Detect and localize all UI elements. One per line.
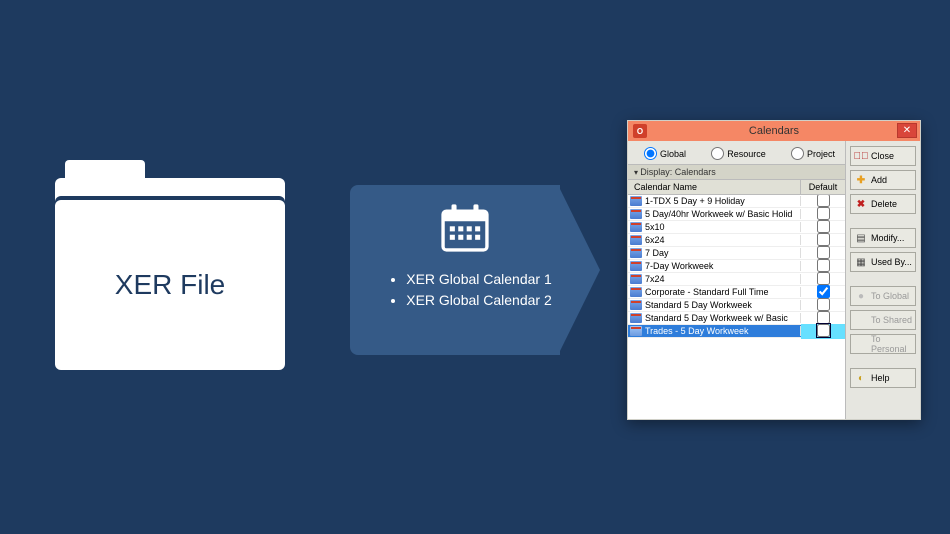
title-bar: O Calendars ✕ <box>628 121 920 141</box>
radio-label: Global <box>660 149 686 159</box>
default-checkbox[interactable] <box>817 259 830 272</box>
left-pane: Global Resource Project Display: Calenda… <box>628 141 846 419</box>
default-checkbox[interactable] <box>817 272 830 285</box>
display-toggle[interactable]: Display: Calendars <box>628 164 845 180</box>
button-label: Add <box>871 175 887 185</box>
default-checkbox[interactable] <box>817 195 830 207</box>
table-header: Calendar Name Default <box>628 180 845 195</box>
list-item: XER Global Calendar 1 <box>406 269 552 290</box>
row-name: Standard 5 Day Workweek w/ Basic <box>645 313 801 323</box>
default-checkbox[interactable] <box>817 220 830 233</box>
blank-icon <box>855 338 867 350</box>
dialog-body: Global Resource Project Display: Calenda… <box>628 141 920 419</box>
delete-icon: ✖ <box>855 198 867 210</box>
dialog-title: Calendars <box>628 125 920 137</box>
close-icon: �⃞ <box>855 150 867 162</box>
button-label: To Personal <box>871 334 915 354</box>
radio-input[interactable] <box>644 147 657 160</box>
row-default-cell[interactable] <box>801 324 845 339</box>
modify-icon: ▤ <box>855 232 867 244</box>
calendar-row-icon <box>630 287 642 297</box>
calendars-dialog: O Calendars ✕ Global Resource Project Di… <box>627 120 921 420</box>
default-checkbox[interactable] <box>817 246 830 259</box>
calendar-row-icon <box>630 326 642 336</box>
table-row[interactable]: Trades - 5 Day Workweek <box>628 325 845 338</box>
calendar-row-icon <box>630 222 642 232</box>
calendar-row-icon <box>630 209 642 219</box>
default-checkbox[interactable] <box>817 311 830 324</box>
default-checkbox[interactable] <box>817 298 830 311</box>
calendar-row-icon <box>630 313 642 323</box>
xer-file-folder: XER File <box>55 160 285 375</box>
folder-label: XER File <box>115 269 225 301</box>
modify-button[interactable]: ▤ Modify... <box>850 228 916 248</box>
to-personal-button[interactable]: To Personal <box>850 334 916 354</box>
help-button[interactable]: ◐ Help <box>850 368 916 388</box>
to-shared-button[interactable]: To Shared <box>850 310 916 330</box>
arrow-list: XER Global Calendar 1 XER Global Calenda… <box>378 269 552 311</box>
radio-label: Project <box>807 149 835 159</box>
row-name: 7-Day Workweek <box>645 261 801 271</box>
row-name: Corporate - Standard Full Time <box>645 287 801 297</box>
import-arrow-step: XER Global Calendar 1 XER Global Calenda… <box>350 185 610 355</box>
row-name: 5 Day/40hr Workweek w/ Basic Holid <box>645 209 801 219</box>
add-button[interactable]: ✚ Add <box>850 170 916 190</box>
row-name: 1-TDX 5 Day + 9 Holiday <box>645 196 801 206</box>
button-label: Used By... <box>871 257 912 267</box>
scope-radio-global[interactable]: Global <box>644 147 686 160</box>
radio-input[interactable] <box>791 147 804 160</box>
dot-icon: ● <box>855 290 867 302</box>
calendar-row-icon <box>630 196 642 206</box>
arrow-content: XER Global Calendar 1 XER Global Calenda… <box>350 185 580 355</box>
row-name: Standard 5 Day Workweek <box>645 300 801 310</box>
button-label: To Global <box>871 291 909 301</box>
button-label: Modify... <box>871 233 904 243</box>
scope-radio-group: Global Resource Project <box>628 141 845 164</box>
default-checkbox[interactable] <box>817 285 830 298</box>
button-label: Delete <box>871 199 897 209</box>
blank-icon <box>855 314 867 326</box>
to-global-button[interactable]: ● To Global <box>850 286 916 306</box>
row-name: 7 Day <box>645 248 801 258</box>
used-by-icon: ▦ <box>855 256 867 268</box>
default-checkbox[interactable] <box>817 233 830 246</box>
folder-front: XER File <box>55 200 285 370</box>
calendar-row-icon <box>630 261 642 271</box>
button-label: Help <box>871 373 890 383</box>
row-name: Trades - 5 Day Workweek <box>645 326 801 336</box>
scope-radio-resource[interactable]: Resource <box>711 147 766 160</box>
radio-label: Resource <box>727 149 766 159</box>
table-body[interactable]: 1-TDX 5 Day + 9 Holiday 5 Day/40hr Workwe… <box>628 195 845 419</box>
delete-button[interactable]: ✖ Delete <box>850 194 916 214</box>
right-pane: �⃞ Close ✚ Add ✖ Delete ▤ Modify... ▦ Used By… <box>846 141 920 419</box>
close-button[interactable]: �⃞ Close <box>850 146 916 166</box>
calendar-row-icon <box>630 235 642 245</box>
column-default[interactable]: Default <box>801 180 845 194</box>
column-name[interactable]: Calendar Name <box>628 180 801 194</box>
used-by-button[interactable]: ▦ Used By... <box>850 252 916 272</box>
row-name: 6x24 <box>645 235 801 245</box>
default-checkbox[interactable] <box>817 207 830 220</box>
row-name: 5x10 <box>645 222 801 232</box>
help-icon: ◐ <box>855 372 867 384</box>
window-close-button[interactable]: ✕ <box>897 123 917 138</box>
calendar-icon <box>438 201 492 255</box>
calendar-row-icon <box>630 300 642 310</box>
scope-radio-project[interactable]: Project <box>791 147 835 160</box>
add-icon: ✚ <box>855 174 867 186</box>
radio-input[interactable] <box>711 147 724 160</box>
calendar-row-icon <box>630 274 642 284</box>
button-label: To Shared <box>871 315 912 325</box>
button-label: Close <box>871 151 894 161</box>
calendar-row-icon <box>630 248 642 258</box>
default-checkbox[interactable] <box>817 324 830 337</box>
list-item: XER Global Calendar 2 <box>406 290 552 311</box>
row-name: 7x24 <box>645 274 801 284</box>
